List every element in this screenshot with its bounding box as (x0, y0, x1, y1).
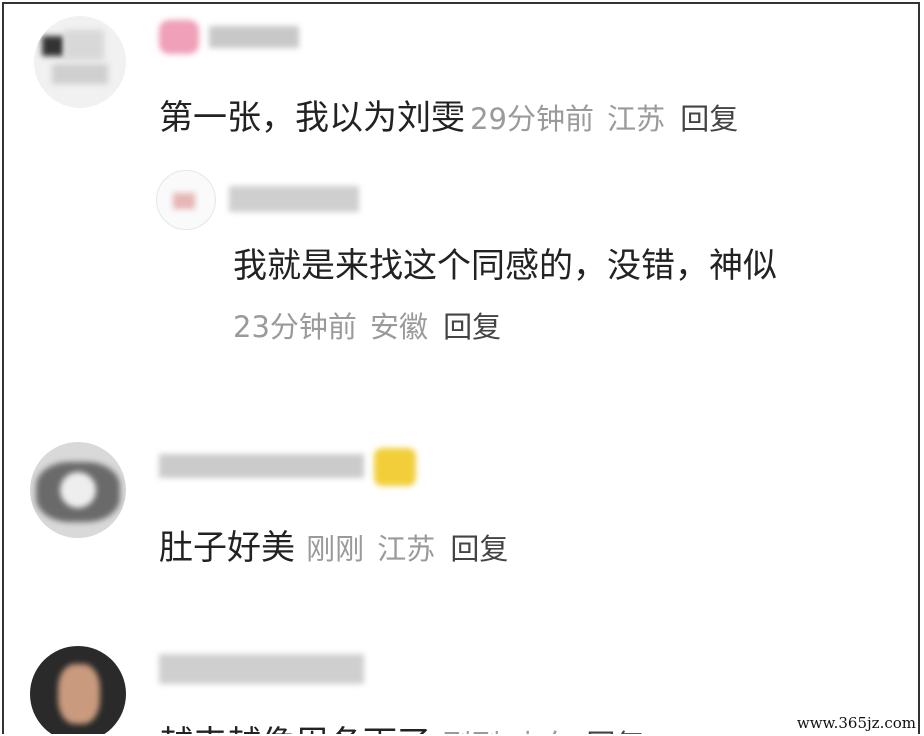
comment-time: 23分钟前 (233, 310, 357, 344)
comment-row: 肚子好美 刚刚 江苏 回复 (159, 520, 508, 569)
comment-text: 肚子好美 (159, 528, 295, 568)
comment-text: 第一张，我以为刘雯 (159, 98, 465, 138)
comment-list: 第一张，我以为刘雯 29分钟前 江苏 回复 我就是来找这个同感的，没错，神似 2… (2, 2, 920, 734)
avatar[interactable] (34, 16, 126, 108)
watermark: www.365jz.com (794, 714, 918, 732)
username-blurred[interactable] (159, 444, 429, 494)
username-blurred[interactable] (159, 16, 309, 56)
comment-location: 山东 (513, 728, 571, 734)
avatar[interactable] (30, 646, 126, 734)
comment-text: 我就是来找这个同感的，没错，神似 (233, 246, 777, 286)
reply-button[interactable]: 回复 (450, 532, 508, 566)
reply-button[interactable]: 回复 (586, 728, 644, 734)
comment-location: 安徽 (370, 310, 429, 344)
comment-time: 刚刚 (442, 728, 500, 734)
avatar[interactable] (30, 442, 126, 538)
comment-meta-row: 23分钟前 安徽 回复 (233, 304, 501, 346)
reply-button[interactable]: 回复 (680, 102, 738, 136)
comment-row: 越来越像周冬雨了 刚刚 山东 回复 (159, 716, 644, 734)
comment-time: 29分钟前 (470, 102, 594, 136)
comment-time: 刚刚 (306, 532, 365, 566)
comment-row: 第一张，我以为刘雯 29分钟前 江苏 回复 (159, 90, 738, 139)
comment-location: 江苏 (607, 102, 666, 136)
avatar[interactable] (156, 170, 216, 230)
comment-row: 我就是来找这个同感的，没错，神似 (233, 238, 777, 287)
username-blurred[interactable] (159, 650, 379, 690)
comment-text: 越来越像周冬雨了 (159, 724, 431, 734)
username-blurred[interactable] (229, 180, 369, 220)
reply-button[interactable]: 回复 (443, 310, 501, 344)
comment-location: 江苏 (377, 532, 436, 566)
